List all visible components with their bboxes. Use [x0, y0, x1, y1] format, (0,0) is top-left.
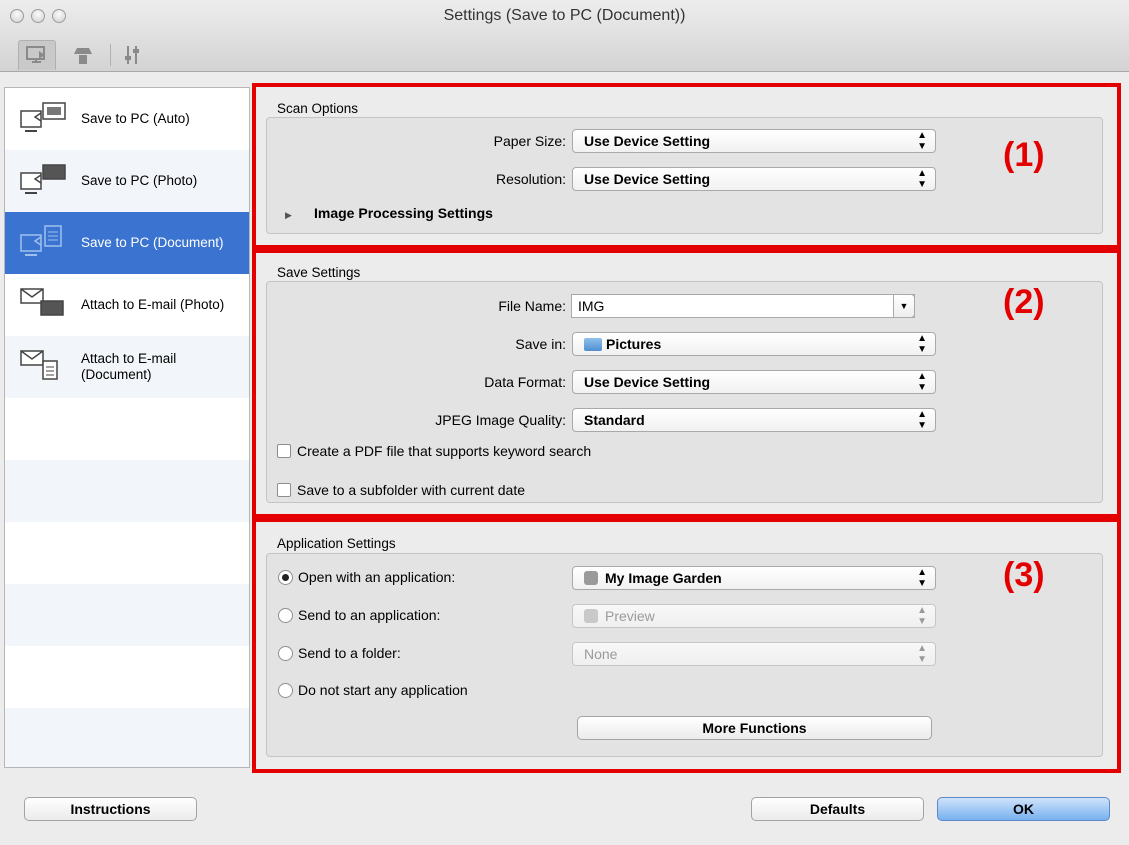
sidebar-item-save-to-pc-document[interactable]: Save to PC (Document) [5, 212, 249, 274]
send-to-folder-select: None ▲ ▼ [572, 642, 936, 666]
save-to-pc-document-icon [19, 223, 73, 263]
popup-arrows-icon: ▲ ▼ [917, 130, 927, 152]
do-not-start-app-radio[interactable]: Do not start any application [278, 682, 468, 698]
checkbox-box[interactable] [277, 444, 291, 458]
send-to-app-select: Preview ▲ ▼ [572, 604, 936, 628]
toolbar-divider [110, 44, 111, 66]
send-to-folder-value: None [584, 646, 618, 662]
instructions-button[interactable]: Instructions [24, 797, 197, 821]
send-to-folder-radio[interactable]: Send to a folder: [278, 645, 401, 661]
subfolder-date-label: Save to a subfolder with current date [297, 482, 526, 498]
popup-arrows-icon: ▲ ▼ [917, 333, 927, 355]
resolution-label: Resolution: [495, 171, 566, 187]
file-name-label: File Name: [498, 298, 566, 314]
open-with-app-value: My Image Garden [605, 570, 722, 586]
popup-arrows-icon: ▲ ▼ [917, 168, 927, 190]
image-processing-settings-label[interactable]: Image Processing Settings [314, 205, 493, 221]
pdf-keyword-search-checkbox[interactable]: Create a PDF file that supports keyword … [277, 443, 591, 459]
subfolder-date-checkbox[interactable]: Save to a subfolder with current date [277, 482, 525, 498]
open-with-app-radio[interactable]: Open with an application: [278, 569, 455, 585]
more-functions-button[interactable]: More Functions [577, 716, 932, 740]
do-not-start-app-label: Do not start any application [298, 682, 468, 698]
save-to-pc-photo-icon [19, 161, 73, 201]
callout-1: (1) [1003, 136, 1045, 174]
preview-app-icon [584, 609, 598, 623]
empty-row [5, 646, 249, 708]
paper-size-label: Paper Size: [493, 133, 566, 149]
sidebar-item-label: Save to PC (Auto) [81, 111, 190, 126]
sidebar-item-label: Attach to E-mail (Document) [81, 351, 177, 382]
window-titlebar: Settings (Save to PC (Document)) [0, 0, 1129, 72]
scan-from-operation-panel-icon[interactable] [64, 40, 102, 70]
save-in-value: Pictures [606, 336, 662, 352]
jpeg-quality-label: JPEG Image Quality: [435, 412, 566, 428]
popup-arrows-icon: ▲ ▼ [917, 643, 927, 665]
callout-3: (3) [1003, 556, 1045, 594]
empty-row [5, 460, 249, 522]
resolution-select[interactable]: Use Device Setting ▲ ▼ [572, 167, 936, 191]
pdf-keyword-search-label: Create a PDF file that supports keyword … [297, 443, 592, 459]
radio-dot[interactable] [278, 682, 293, 698]
popup-arrows-icon: ▲ ▼ [917, 567, 927, 589]
radio-dot[interactable] [278, 607, 293, 623]
send-to-app-label: Send to an application: [298, 607, 441, 623]
jpeg-quality-select[interactable]: Standard ▲ ▼ [572, 408, 936, 432]
sidebar-item-label: Save to PC (Photo) [81, 173, 198, 188]
save-in-select[interactable]: Pictures ▲ ▼ [572, 332, 936, 356]
scan-from-computer-icon[interactable] [18, 40, 56, 70]
application-settings-title: Application Settings [277, 536, 396, 551]
open-with-app-select[interactable]: My Image Garden ▲ ▼ [572, 566, 936, 590]
defaults-button[interactable]: Defaults [751, 797, 924, 821]
my-image-garden-icon [584, 571, 598, 585]
email-document-icon [19, 347, 73, 387]
save-settings-title: Save Settings [277, 265, 361, 280]
data-format-value: Use Device Setting [584, 374, 711, 390]
resolution-value: Use Device Setting [584, 171, 711, 187]
radio-dot[interactable] [278, 569, 293, 585]
radio-dot[interactable] [278, 645, 293, 661]
disclosure-triangle-icon[interactable]: ▶ [285, 210, 292, 221]
sidebar-item-email-photo[interactable]: Attach to E-mail (Photo) [5, 274, 249, 336]
checkbox-box[interactable] [277, 483, 291, 497]
email-photo-icon [19, 285, 73, 325]
popup-arrows-icon: ▲ ▼ [917, 605, 927, 627]
file-name-combo[interactable]: IMG ▼ [571, 294, 915, 318]
sidebar-item-email-document[interactable]: Attach to E-mail (Document) [5, 336, 249, 398]
empty-row [5, 584, 249, 646]
scan-mode-sidebar: Save to PC (Auto) Save to PC (Photo) Sav… [4, 87, 250, 768]
empty-row [5, 398, 249, 460]
callout-2: (2) [1003, 283, 1045, 321]
chevron-down-icon[interactable]: ▼ [893, 294, 915, 318]
popup-arrows-icon: ▲ ▼ [917, 409, 927, 431]
sidebar-item-save-to-pc-photo[interactable]: Save to PC (Photo) [5, 150, 249, 212]
empty-row [5, 708, 249, 767]
data-format-select[interactable]: Use Device Setting ▲ ▼ [572, 370, 936, 394]
send-to-app-value: Preview [605, 608, 655, 624]
scan-options-title: Scan Options [277, 101, 359, 116]
sidebar-item-label: Save to PC (Document) [81, 235, 224, 250]
popup-arrows-icon: ▲ ▼ [917, 371, 927, 393]
send-to-folder-label: Send to a folder: [298, 645, 401, 661]
jpeg-quality-value: Standard [584, 412, 645, 428]
file-name-value: IMG [578, 298, 605, 314]
paper-size-value: Use Device Setting [584, 133, 711, 149]
paper-size-select[interactable]: Use Device Setting ▲ ▼ [572, 129, 936, 153]
save-in-label: Save in: [515, 336, 566, 352]
open-with-app-label: Open with an application: [298, 569, 456, 585]
general-settings-icon[interactable] [114, 40, 152, 70]
data-format-label: Data Format: [484, 374, 566, 390]
ok-button[interactable]: OK [937, 797, 1110, 821]
save-to-pc-auto-icon [19, 99, 73, 139]
empty-row [5, 522, 249, 584]
send-to-app-radio[interactable]: Send to an application: [278, 607, 440, 623]
folder-icon [584, 338, 602, 351]
window-title: Settings (Save to PC (Document)) [443, 7, 686, 24]
sidebar-item-save-to-pc-auto[interactable]: Save to PC (Auto) [5, 88, 249, 150]
sidebar-item-label: Attach to E-mail (Photo) [81, 297, 225, 312]
